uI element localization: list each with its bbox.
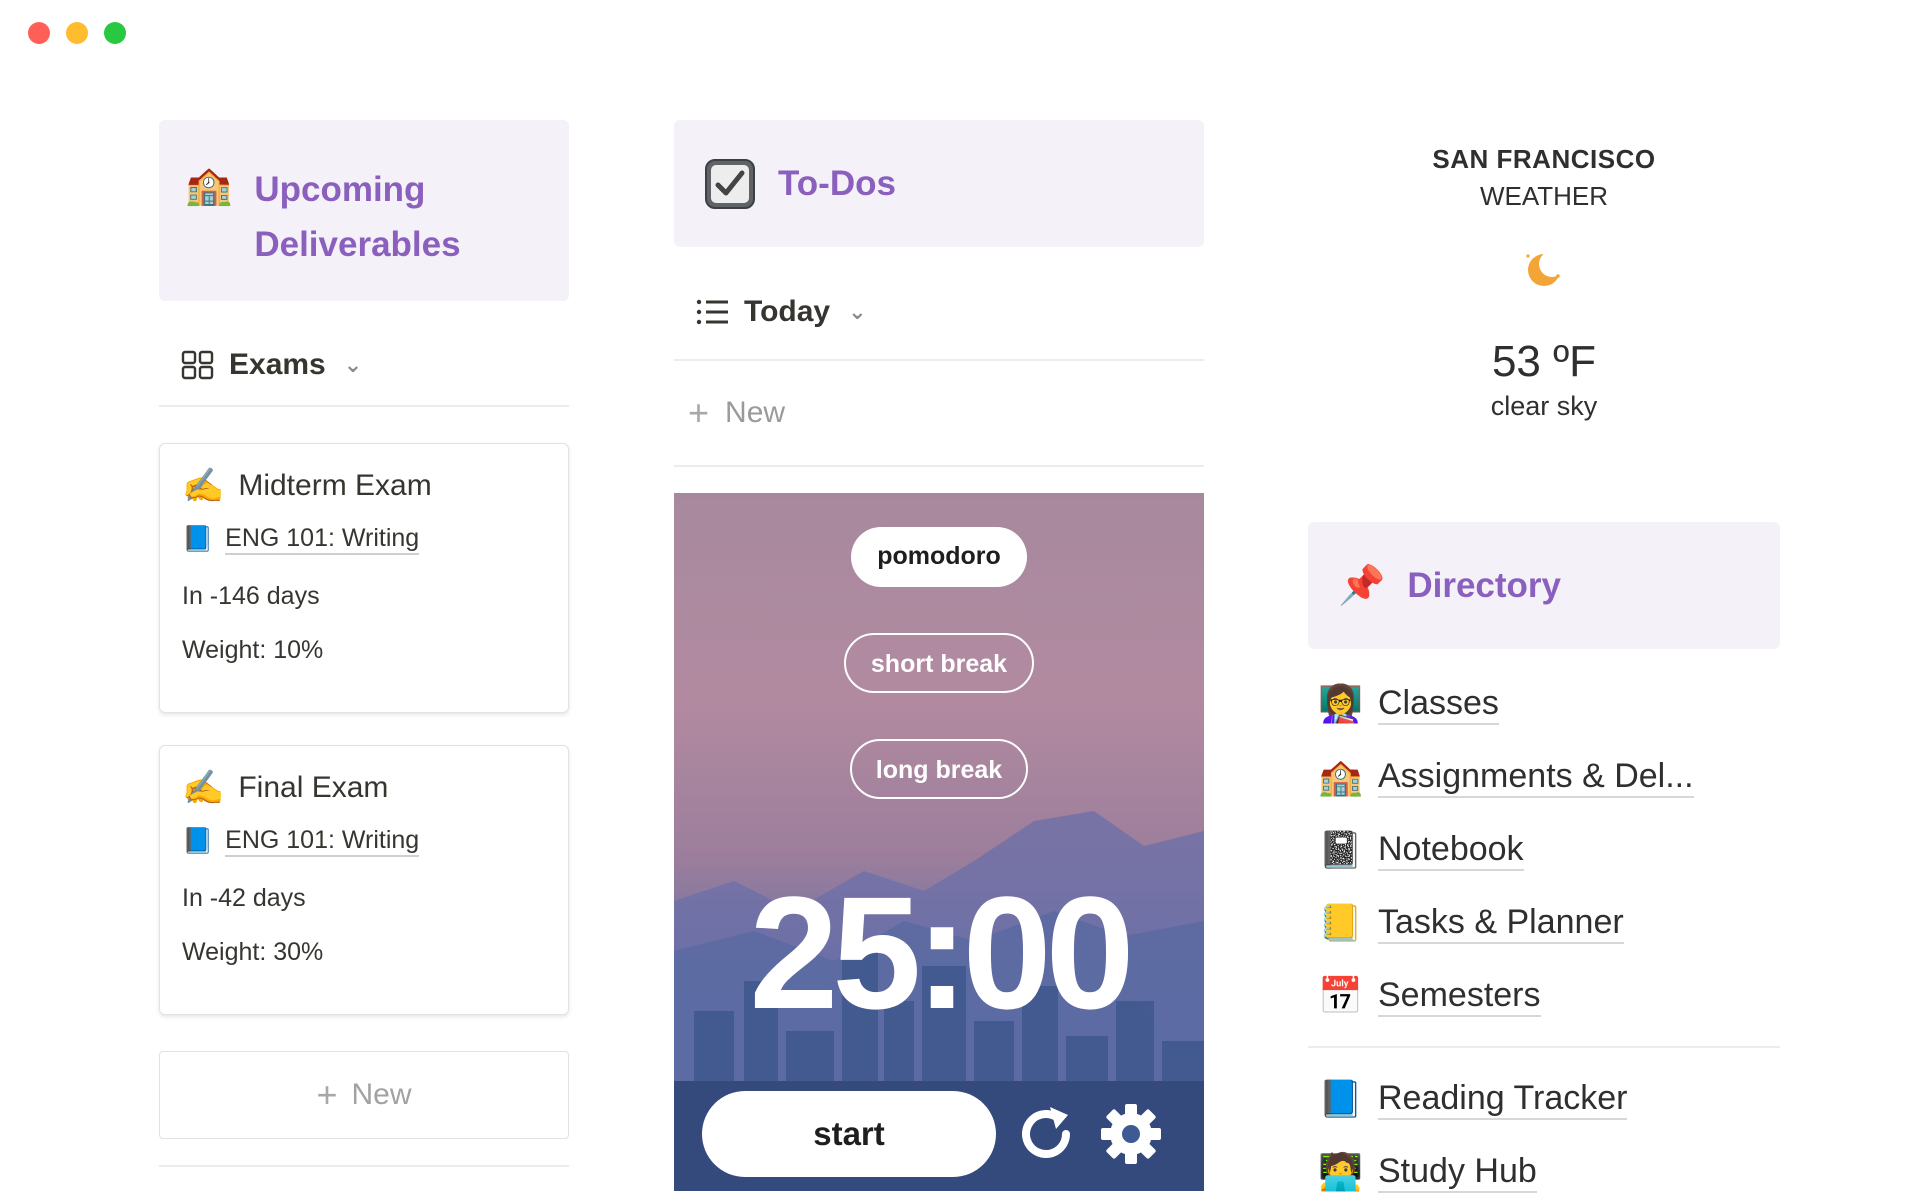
exam-title: Midterm Exam: [238, 469, 432, 502]
new-exam-button[interactable]: + New: [159, 1051, 569, 1139]
writing-hand-icon: ✍️: [182, 467, 225, 505]
exam-due: In -42 days: [182, 884, 306, 912]
writing-hand-icon: ✍️: [182, 769, 225, 807]
teacher-icon: 👩‍🏫: [1318, 682, 1363, 724]
exam-due: In -146 days: [182, 582, 320, 610]
todos-callout: To-Dos: [674, 120, 1204, 247]
directory-title: Directory: [1407, 566, 1561, 605]
exams-view-selector[interactable]: Exams ⌄: [159, 325, 569, 407]
today-view-selector[interactable]: Today ⌄: [674, 265, 1204, 361]
directory-item-reading-tracker[interactable]: 📘 Reading Tracker: [1308, 1062, 1780, 1135]
chevron-down-icon: ⌄: [848, 299, 867, 324]
reset-icon[interactable]: [1014, 1101, 1080, 1167]
divider: [1308, 1046, 1780, 1048]
timer-display: 25:00: [749, 863, 1134, 1042]
plus-icon: +: [316, 1074, 338, 1115]
directory-item-tasks[interactable]: 📒 Tasks & Planner: [1308, 886, 1780, 959]
directory-item-assignments[interactable]: 🏫 Assignments & Del...: [1308, 740, 1780, 813]
exam-weight: Weight: 10%: [182, 636, 324, 664]
book-icon: 📘: [182, 827, 214, 855]
today-view-label: Today: [744, 295, 831, 328]
list-icon: [696, 299, 728, 325]
directory-callout: 📌 Directory: [1308, 522, 1780, 649]
chevron-down-icon: ⌄: [343, 352, 363, 377]
pushpin-icon: 📌: [1338, 564, 1386, 607]
divider: [159, 1165, 569, 1167]
todos-title: To-Dos: [778, 164, 896, 203]
weather-description: clear sky: [1490, 391, 1598, 421]
new-todo-label: New: [725, 396, 786, 429]
exam-card-midterm[interactable]: ✍️ Midterm Exam 📘 ENG 101: Writing In -1…: [159, 443, 569, 713]
plus-icon: +: [688, 392, 710, 433]
school-icon: 🏫: [1318, 755, 1363, 797]
minimize-window-button[interactable]: [66, 22, 88, 44]
maximize-window-button[interactable]: [104, 22, 126, 44]
gallery-icon: [181, 350, 214, 380]
directory-item-semesters[interactable]: 📅 Semesters: [1308, 959, 1780, 1032]
new-exam-label: New: [351, 1078, 412, 1111]
start-button[interactable]: start: [702, 1091, 996, 1177]
directory-item-label: Semesters: [1378, 975, 1541, 1017]
deliverables-callout: 🏫 Upcoming Deliverables: [159, 120, 569, 301]
directory-list: 👩‍🏫 Classes 🏫 Assignments & Del... 📓 Not…: [1308, 667, 1780, 1200]
school-icon: 🏫: [185, 165, 233, 207]
directory-item-label: Classes: [1378, 683, 1499, 725]
moon-icon: [1526, 251, 1565, 286]
course-link[interactable]: ENG 101: Writing: [225, 524, 420, 555]
directory-item-label: Assignments & Del...: [1378, 756, 1694, 798]
deliverables-column: 🏫 Upcoming Deliverables Exams ⌄ ✍️ Midte…: [159, 120, 569, 1167]
weather-widget: SAN FRANCISCO WEATHER 53 ºF clear sky: [1308, 120, 1780, 422]
right-column: SAN FRANCISCO WEATHER 53 ºF clear sky 📌 …: [1308, 120, 1780, 1200]
directory-item-label: Reading Tracker: [1378, 1078, 1628, 1120]
new-todo-button[interactable]: + New: [674, 361, 1204, 467]
technologist-icon: 🧑‍💻: [1318, 1150, 1363, 1192]
exam-card-final[interactable]: ✍️ Final Exam 📘 ENG 101: Writing In -42 …: [159, 745, 569, 1015]
deliverables-title: Upcoming Deliverables: [254, 170, 461, 264]
weather-city: SAN FRANCISCO: [1432, 144, 1656, 174]
settings-gear-icon[interactable]: [1098, 1101, 1164, 1167]
window-controls: [28, 22, 126, 44]
pomodoro-widget: pomodoro short break long break 25:00 st…: [674, 493, 1204, 1191]
exam-weight: Weight: 30%: [182, 938, 324, 966]
checkbox-icon: [705, 158, 755, 209]
directory-item-notebook[interactable]: 📓 Notebook: [1308, 813, 1780, 886]
directory-item-study-hub[interactable]: 🧑‍💻 Study Hub: [1308, 1135, 1780, 1200]
long-break-mode-button[interactable]: long break: [850, 739, 1028, 799]
directory-item-label: Tasks & Planner: [1378, 902, 1624, 944]
short-break-mode-button[interactable]: short break: [844, 633, 1034, 693]
directory-item-classes[interactable]: 👩‍🏫 Classes: [1308, 667, 1780, 740]
weather-label: WEATHER: [1479, 181, 1609, 211]
notebook-icon: 📓: [1318, 828, 1363, 870]
directory-item-label: Notebook: [1378, 829, 1524, 871]
weather-temperature: 53 ºF: [1491, 337, 1597, 386]
exam-title: Final Exam: [238, 771, 389, 804]
book-icon: 📘: [182, 525, 214, 553]
pomodoro-mode-button[interactable]: pomodoro: [851, 527, 1027, 587]
directory-item-label: Study Hub: [1378, 1151, 1537, 1193]
course-link[interactable]: ENG 101: Writing: [225, 826, 420, 857]
todos-column: To-Dos Today ⌄ + New pomodoro short brea…: [674, 120, 1204, 1191]
calendar-icon: 📅: [1318, 974, 1363, 1016]
book-icon: 📘: [1318, 1077, 1363, 1119]
close-window-button[interactable]: [28, 22, 50, 44]
exams-view-label: Exams: [229, 348, 326, 381]
ledger-icon: 📒: [1318, 901, 1363, 943]
